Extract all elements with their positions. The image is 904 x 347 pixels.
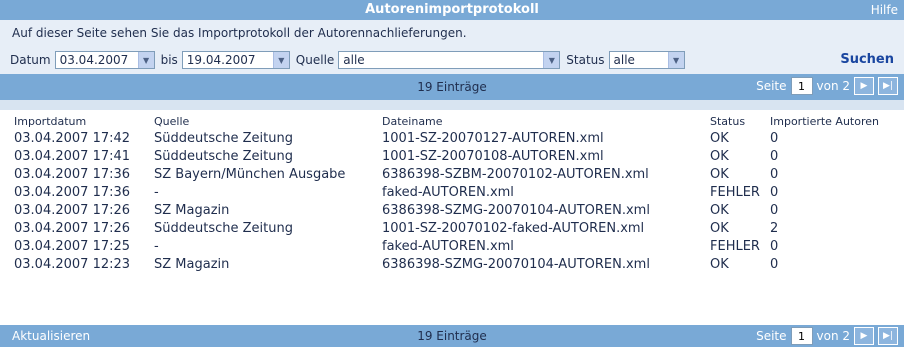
header-importdatum: Importdatum: [14, 115, 87, 128]
page-title: Autorenimportprotokoll: [365, 2, 539, 17]
filter-bar: Datum 03.04.2007 ▼ bis 19.04.2007 ▼ Quel…: [0, 46, 904, 74]
chevron-down-icon: ▼: [137, 52, 154, 68]
cell-importdatum: 03.04.2007 17:42: [14, 130, 131, 146]
header-quelle: Quelle: [154, 115, 190, 128]
cell-quelle: -: [154, 184, 159, 200]
header-importierte-autoren: Importierte Autoren: [770, 115, 879, 128]
table-row: 03.04.2007 17:25 - faked-AUTOREN.xml FEH…: [0, 237, 904, 255]
last-page-icon[interactable]: ▶|: [878, 77, 898, 95]
cell-importdatum: 03.04.2007 17:25: [14, 238, 131, 254]
header-status: Status: [710, 115, 746, 128]
cell-status: OK: [710, 256, 729, 272]
cell-importierte-autoren: 0: [770, 148, 779, 164]
cell-importierte-autoren: 0: [770, 238, 779, 254]
cell-importdatum: 03.04.2007 12:23: [14, 256, 131, 272]
table-row: 03.04.2007 17:36 - faked-AUTOREN.xml FEH…: [0, 183, 904, 201]
help-link[interactable]: Hilfe: [871, 0, 898, 20]
cell-dateiname: 6386398-SZBM-20070102-AUTOREN.xml: [382, 166, 649, 182]
cell-status: OK: [710, 148, 729, 164]
cell-importdatum: 03.04.2007 17:26: [14, 220, 131, 236]
last-page-icon[interactable]: ▶|: [878, 327, 898, 345]
cell-dateiname: faked-AUTOREN.xml: [382, 238, 514, 254]
cell-importierte-autoren: 0: [770, 184, 779, 200]
cell-dateiname: faked-AUTOREN.xml: [382, 184, 514, 200]
cell-status: OK: [710, 166, 729, 182]
status-select[interactable]: alle ▼: [608, 51, 685, 69]
next-page-icon[interactable]: ▶: [854, 77, 874, 95]
page-input[interactable]: [790, 77, 813, 95]
cell-quelle: Süddeutsche Zeitung: [154, 220, 293, 236]
quelle-label: Quelle: [295, 53, 335, 67]
cell-dateiname: 1001-SZ-20070102-faked-AUTOREN.xml: [382, 220, 645, 236]
table-row: 03.04.2007 12:23 SZ Magazin 6386398-SZMG…: [0, 255, 904, 273]
datum-from-select[interactable]: 03.04.2007 ▼: [54, 51, 155, 69]
import-table: Importdatum Quelle Dateiname Status Impo…: [0, 110, 904, 273]
cell-importdatum: 03.04.2007 17:26: [14, 202, 131, 218]
seite-label: Seite: [756, 79, 787, 93]
cell-status: OK: [710, 202, 729, 218]
cell-importierte-autoren: 0: [770, 202, 779, 218]
titlebar: Autorenimportprotokoll Hilfe: [0, 0, 904, 20]
cell-dateiname: 6386398-SZMG-20070104-AUTOREN.xml: [382, 256, 650, 272]
cell-quelle: SZ Bayern/München Ausgabe: [154, 166, 346, 182]
datum-to-select[interactable]: 19.04.2007 ▼: [181, 51, 290, 69]
cell-status: FEHLER: [710, 238, 760, 254]
cell-importdatum: 03.04.2007 17:36: [14, 166, 131, 182]
top-pager: 19 Einträge Seite von 2 ▶ ▶|: [0, 74, 904, 100]
seite-label: Seite: [756, 329, 787, 343]
cell-dateiname: 1001-SZ-20070108-AUTOREN.xml: [382, 148, 604, 164]
chevron-down-icon: ▼: [543, 52, 560, 68]
status-label: Status: [566, 53, 605, 67]
cell-status: OK: [710, 130, 729, 146]
cell-quelle: SZ Magazin: [154, 256, 230, 272]
table-row: 03.04.2007 17:41 Süddeutsche Zeitung 100…: [0, 147, 904, 165]
cell-importdatum: 03.04.2007 17:41: [14, 148, 131, 164]
spacer: [0, 100, 904, 110]
cell-quelle: Süddeutsche Zeitung: [154, 148, 293, 164]
table-row: 03.04.2007 17:42 Süddeutsche Zeitung 100…: [0, 129, 904, 147]
table-row: 03.04.2007 17:36 SZ Bayern/München Ausga…: [0, 165, 904, 183]
quelle-select[interactable]: alle ▼: [338, 51, 561, 69]
cell-dateiname: 6386398-SZMG-20070104-AUTOREN.xml: [382, 202, 650, 218]
next-page-icon[interactable]: ▶: [854, 327, 874, 345]
bis-label: bis: [160, 53, 178, 67]
header-dateiname: Dateiname: [382, 115, 443, 128]
chevron-down-icon: ▼: [667, 52, 684, 68]
cell-importierte-autoren: 0: [770, 166, 779, 182]
table-row: 03.04.2007 17:26 Süddeutsche Zeitung 100…: [0, 219, 904, 237]
cell-importdatum: 03.04.2007 17:36: [14, 184, 131, 200]
cell-dateiname: 1001-SZ-20070127-AUTOREN.xml: [382, 130, 604, 146]
cell-importierte-autoren: 0: [770, 256, 779, 272]
table-row: 03.04.2007 17:26 SZ Magazin 6386398-SZMG…: [0, 201, 904, 219]
cell-status: OK: [710, 220, 729, 236]
datum-label: Datum: [10, 53, 51, 67]
bottom-pager: Aktualisieren 19 Einträge Seite von 2 ▶ …: [0, 325, 904, 347]
pagination: Seite von 2 ▶ ▶|: [756, 77, 898, 95]
cell-importierte-autoren: 0: [770, 130, 779, 146]
cell-status: FEHLER: [710, 184, 760, 200]
cell-quelle: SZ Magazin: [154, 202, 230, 218]
von-label: von 2: [816, 329, 851, 343]
table-header-row: Importdatum Quelle Dateiname Status Impo…: [0, 110, 904, 129]
pagination: Seite von 2 ▶ ▶|: [756, 327, 898, 345]
intro-text: Auf dieser Seite sehen Sie das Importpro…: [0, 20, 904, 46]
cell-importierte-autoren: 2: [770, 220, 779, 236]
cell-quelle: Süddeutsche Zeitung: [154, 130, 293, 146]
search-button[interactable]: Suchen: [840, 52, 894, 67]
page-input[interactable]: [790, 327, 813, 345]
von-label: von 2: [816, 79, 851, 93]
cell-quelle: -: [154, 238, 159, 254]
chevron-down-icon: ▼: [272, 52, 289, 68]
